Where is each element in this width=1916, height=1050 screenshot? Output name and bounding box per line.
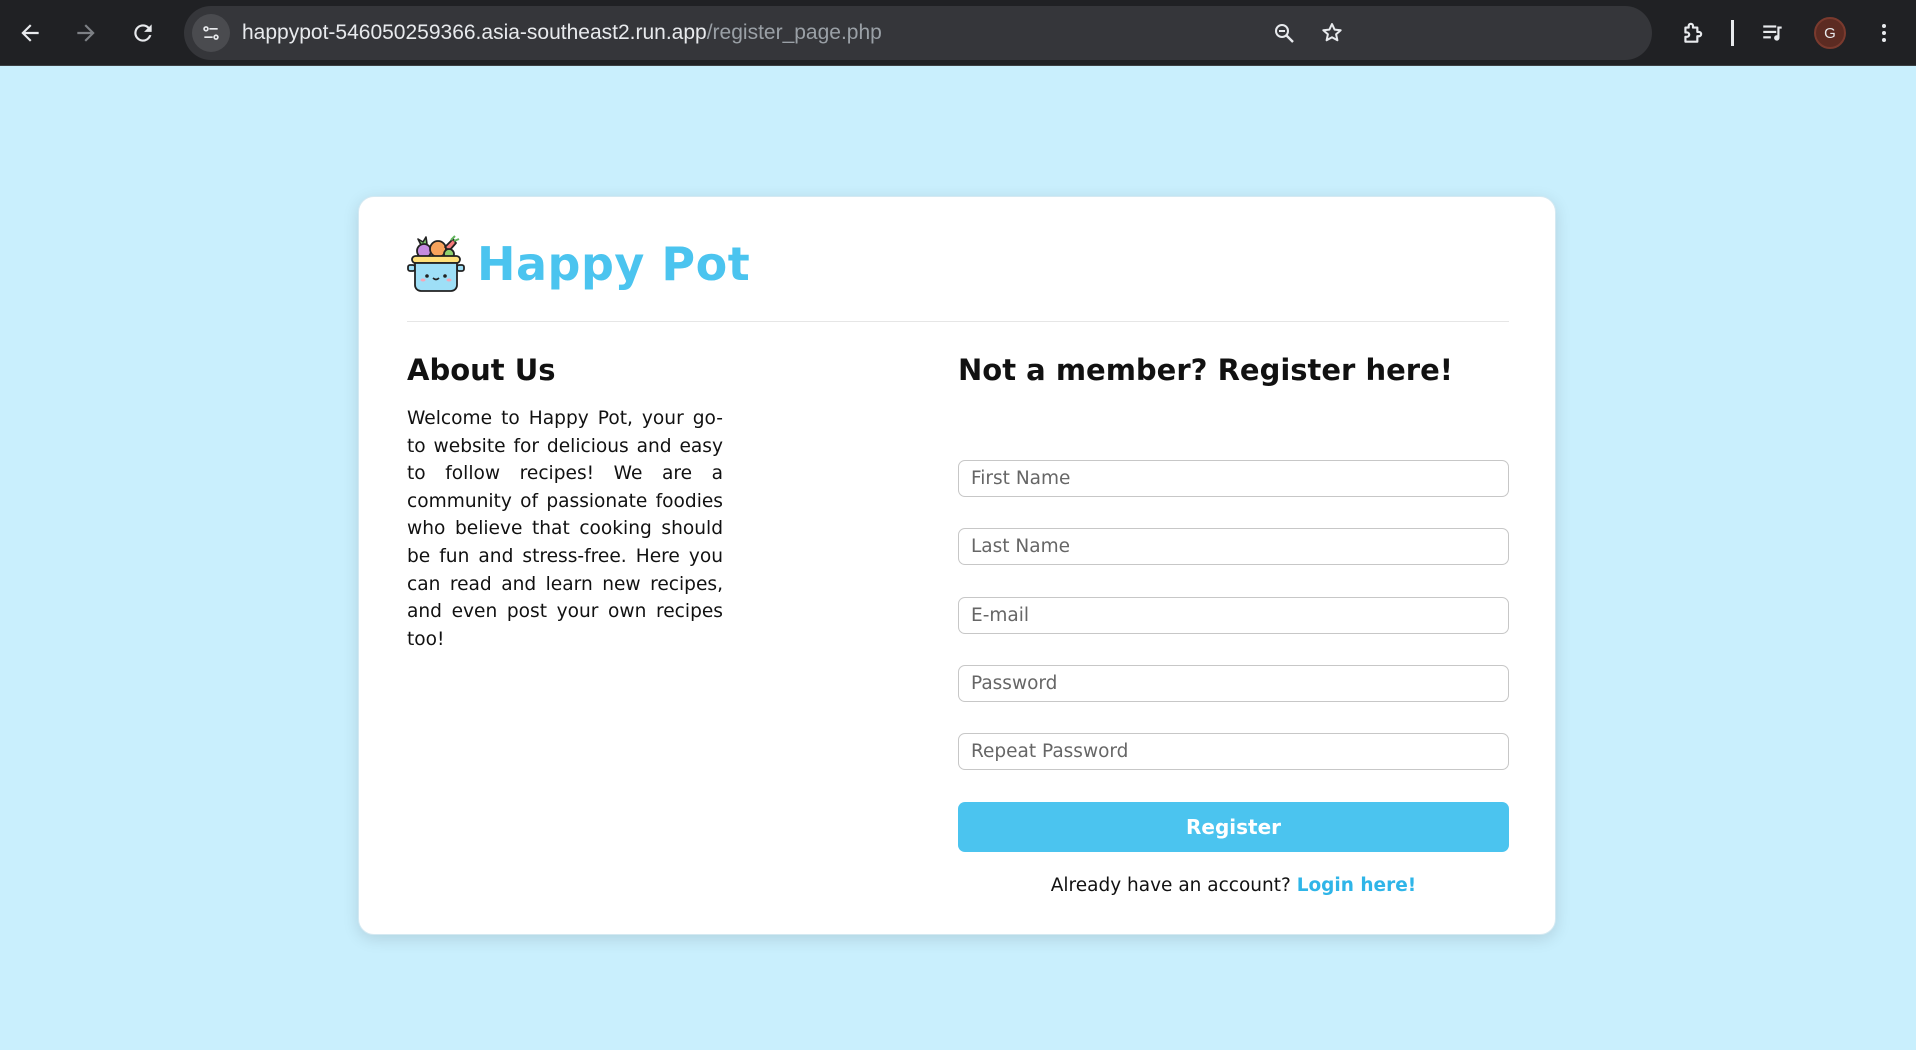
forward-button[interactable]	[64, 11, 108, 55]
reload-icon	[134, 24, 152, 42]
pot-of-vegetables-icon	[407, 235, 465, 292]
bookmark-star-icon	[1322, 23, 1342, 42]
media-control-icon	[1763, 25, 1782, 41]
login-prompt-line: Already have an account? Login here!	[958, 875, 1509, 896]
register-card: Happy Pot About Us Welcome to Happy Pot,…	[358, 196, 1556, 935]
toolbar-divider	[1731, 20, 1734, 46]
url-host: happypot-546050259366.asia-southeast2.ru…	[242, 21, 707, 44]
last-name-field[interactable]	[958, 528, 1509, 565]
password-field[interactable]	[958, 665, 1509, 702]
login-link[interactable]: Login here!	[1297, 875, 1417, 896]
browser-toolbar: happypot-546050259366.asia-southeast2.ru…	[0, 0, 1916, 66]
back-arrow-icon	[21, 24, 39, 42]
brand-name: Happy Pot	[477, 237, 751, 291]
repeat-password-field[interactable]	[958, 733, 1509, 770]
about-title: About Us	[407, 353, 556, 387]
brand-header[interactable]: Happy Pot	[407, 235, 750, 293]
url-path: /register_page.php	[706, 21, 882, 44]
profile-avatar[interactable]: G	[1814, 17, 1846, 49]
reload-button[interactable]	[121, 11, 165, 55]
site-info-button[interactable]	[192, 14, 230, 52]
zoom-button[interactable]	[1266, 15, 1302, 51]
email-field[interactable]	[958, 597, 1509, 634]
site-info-icon	[203, 26, 219, 40]
zoom-icon	[1275, 24, 1294, 43]
register-title: Not a member? Register here!	[958, 353, 1453, 387]
login-prompt-text: Already have an account?	[1050, 875, 1291, 896]
media-control-button[interactable]	[1753, 13, 1793, 53]
url-text: happypot-546050259366.asia-southeast2.ru…	[242, 21, 882, 45]
extensions-icon	[1684, 22, 1703, 43]
first-name-field[interactable]	[958, 460, 1509, 497]
address-bar[interactable]: happypot-546050259366.asia-southeast2.ru…	[184, 6, 1652, 60]
more-vert-icon	[1882, 24, 1886, 42]
bookmark-button[interactable]	[1314, 15, 1350, 51]
register-button[interactable]: Register	[958, 802, 1509, 852]
about-text: Welcome to Happy Pot, your go-to website…	[407, 408, 723, 650]
extensions-button[interactable]	[1673, 13, 1713, 53]
back-button[interactable]	[8, 11, 52, 55]
forward-arrow-icon	[77, 24, 95, 42]
header-divider	[407, 321, 1509, 322]
browser-menu-button[interactable]	[1864, 13, 1904, 53]
